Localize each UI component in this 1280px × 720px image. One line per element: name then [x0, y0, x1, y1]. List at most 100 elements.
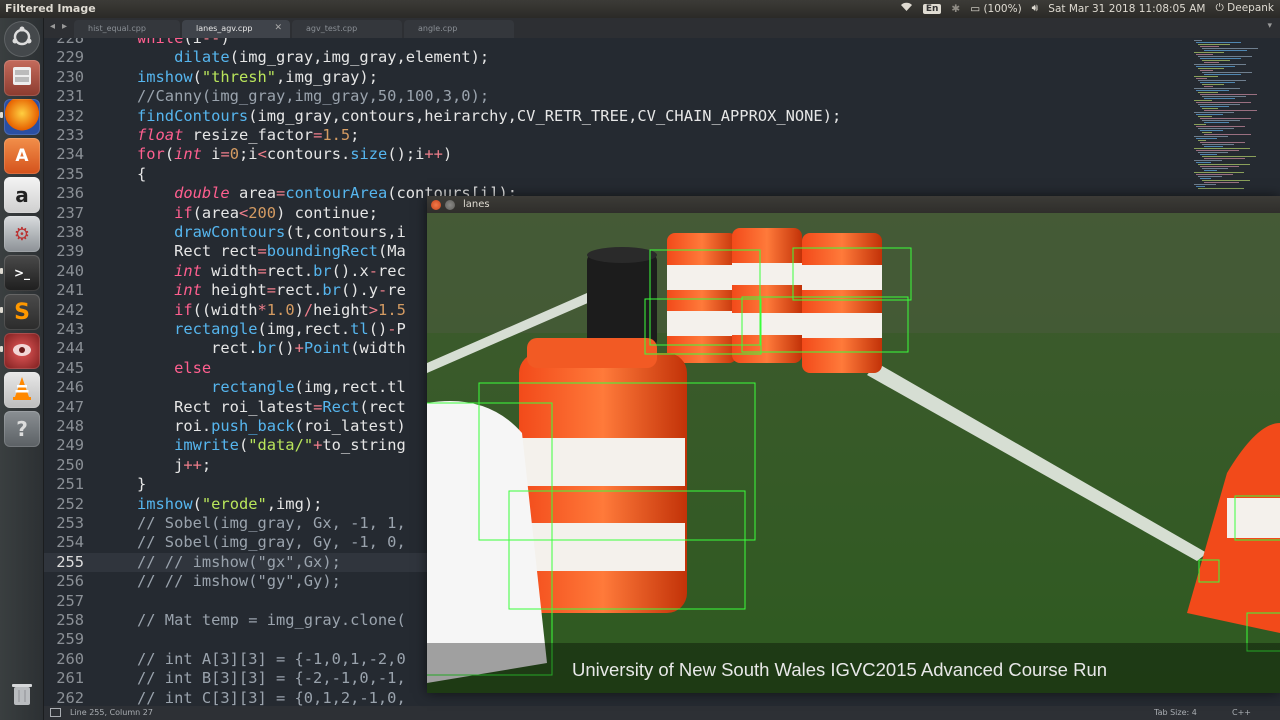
file-cabinet-icon: [10, 64, 34, 93]
tab-agv-test[interactable]: agv_test.cpp: [292, 20, 402, 38]
line-code: //Canny(img_gray,img_gray,50,100,3,0);: [137, 87, 490, 106]
tab-close-icon[interactable]: ✕: [274, 23, 282, 33]
software-center-icon: A: [15, 146, 29, 166]
window-close-button[interactable]: [431, 200, 441, 210]
trash-icon: [10, 681, 34, 712]
minimap-line: [1202, 156, 1256, 157]
launcher-terminal[interactable]: >_: [4, 255, 40, 291]
line-number: 236: [56, 184, 84, 203]
line-number: 248: [56, 417, 84, 435]
launcher-sublime-text[interactable]: S: [4, 294, 40, 330]
launcher-dash[interactable]: [4, 21, 40, 57]
power-icon: ⏻: [1215, 2, 1224, 14]
line-number: 262: [56, 688, 84, 706]
minimap-line: [1194, 76, 1218, 77]
launcher-image-viewer[interactable]: [4, 333, 40, 369]
tab-angle[interactable]: angle.cpp: [404, 20, 514, 38]
code-line[interactable]: 233 float resize_factor=1.5;: [44, 126, 1280, 145]
unity-launcher: A a ⚙ >_ S ?: [0, 18, 44, 720]
tab-hist-equal[interactable]: hist_equal.cpp: [74, 20, 180, 38]
launcher-trash[interactable]: [4, 678, 40, 714]
tab-label: agv_test.cpp: [306, 24, 358, 33]
line-code: if((width*1.0)/height>1.5: [174, 300, 406, 319]
bluetooth-icon[interactable]: ✱: [951, 3, 960, 15]
line-code: int height=rect.br().y-re: [174, 281, 406, 300]
minimap-line: [1202, 72, 1252, 73]
line-code: // Sobel(img_gray, Gy, -1, 0,: [137, 533, 406, 552]
code-line[interactable]: 231 //Canny(img_gray,img_gray,50,100,3,0)…: [44, 87, 1280, 106]
code-line[interactable]: 234 for(int i=0;i<contours.size();i++): [44, 145, 1280, 164]
window-titlebar[interactable]: lanes: [427, 196, 1280, 213]
tab-scroll-right-icon[interactable]: ▸: [62, 21, 67, 32]
barrel-front: [519, 338, 687, 613]
window-title: lanes: [463, 199, 490, 210]
tab-size-selector[interactable]: Tab Size: 4: [1154, 708, 1197, 717]
line-number: 228: [56, 38, 84, 47]
minimap-line: [1194, 124, 1206, 125]
line-number: 235: [56, 164, 84, 183]
code-line[interactable]: 232 findContours(img_gray,contours,heirar…: [44, 107, 1280, 126]
clock[interactable]: Sat Mar 31 2018 11:08:05 AM: [1048, 3, 1205, 15]
minimap-line: [1196, 102, 1251, 103]
lanes-video-window[interactable]: lanes University of New South Wales IGVC…: [427, 196, 1280, 693]
minimap-line: [1198, 92, 1218, 93]
ubuntu-logo-icon: [10, 25, 34, 54]
volume-icon[interactable]: 🔊︎: [1032, 2, 1039, 15]
launcher-amazon[interactable]: a: [4, 177, 40, 213]
line-code: float resize_factor=1.5;: [137, 126, 360, 144]
code-line[interactable]: 228 while(i--): [44, 38, 1280, 48]
code-line[interactable]: 235 {: [44, 165, 1280, 184]
line-code: Rect rect=boundingRect(Ma: [137, 242, 406, 261]
code-line[interactable]: 229 dilate(img_gray,img_gray,element);: [44, 48, 1280, 67]
line-number: 260: [56, 649, 84, 668]
window-minimize-button[interactable]: [445, 200, 455, 210]
launcher-vlc[interactable]: [4, 372, 40, 408]
tab-overflow-menu-icon[interactable]: ▾: [1267, 21, 1272, 31]
line-number: 259: [56, 630, 84, 649]
status-bar: Line 255, Column 27 Tab Size: 4 C++: [44, 706, 1280, 720]
line-number: 232: [56, 106, 84, 125]
launcher-firefox[interactable]: [4, 99, 40, 135]
line-number: 239: [56, 242, 84, 261]
syntax-selector[interactable]: C++: [1232, 708, 1251, 717]
minimap-line: [1196, 126, 1245, 127]
minimap-line: [1194, 52, 1224, 53]
line-code: rectangle(img,rect.tl: [211, 378, 406, 397]
line-number: 247: [56, 397, 84, 416]
line-number: 246: [56, 378, 84, 397]
editor-tab-bar: ◂ ▸ hist_equal.cpp lanes_agv.cpp ✕ agv_t…: [44, 18, 1280, 38]
line-number: 241: [56, 281, 84, 300]
line-code: j++;: [137, 455, 212, 474]
session-menu[interactable]: ⏻ Deepank: [1216, 2, 1275, 15]
line-code: dilate(img_gray,img_gray,element);: [174, 48, 490, 67]
minimap-line: [1202, 168, 1228, 169]
video-caption: University of New South Wales IGVC2015 A…: [572, 659, 1107, 680]
launcher-system-settings[interactable]: ⚙: [4, 216, 40, 252]
top-panel: Filtered Image En ✱ ▭ (100%) 🔊︎ Sat Mar …: [0, 0, 1280, 18]
line-number: 250: [56, 455, 84, 474]
minimap-line: [1204, 170, 1217, 171]
launcher-files[interactable]: [4, 60, 40, 96]
panel-toggle-icon[interactable]: [50, 708, 61, 717]
tab-scroll-left-icon[interactable]: ◂: [50, 21, 55, 32]
tab-lanes-agv[interactable]: lanes_agv.cpp ✕: [182, 20, 290, 38]
line-code: // int C[3][3] = {0,1,2,-1,0,: [137, 688, 406, 706]
line-code: imshow("thresh",img_gray);: [137, 67, 378, 86]
minimap-line: [1194, 136, 1228, 137]
code-line[interactable]: 230 imshow("thresh",img_gray);: [44, 68, 1280, 87]
line-code: roi.push_back(roi_latest): [137, 417, 406, 435]
minimap-line: [1204, 86, 1213, 87]
battery-indicator[interactable]: ▭ (100%): [970, 3, 1021, 15]
minimap-line: [1200, 166, 1239, 167]
line-code: while(i--): [137, 38, 230, 47]
line-code: // int B[3][3] = {-2,-1,0,-1,: [137, 669, 406, 688]
line-number: 254: [56, 533, 84, 552]
launcher-help[interactable]: ?: [4, 411, 40, 447]
keyboard-layout-indicator[interactable]: En: [922, 3, 942, 14]
launcher-software-center[interactable]: A: [4, 138, 40, 174]
minimap-line: [1194, 112, 1234, 113]
minimap[interactable]: [1194, 40, 1274, 200]
wifi-icon[interactable]: [900, 2, 913, 15]
line-code: // Sobel(img_gray, Gx, -1, 1,: [137, 514, 406, 532]
battery-percentage: (100%): [983, 2, 1022, 15]
